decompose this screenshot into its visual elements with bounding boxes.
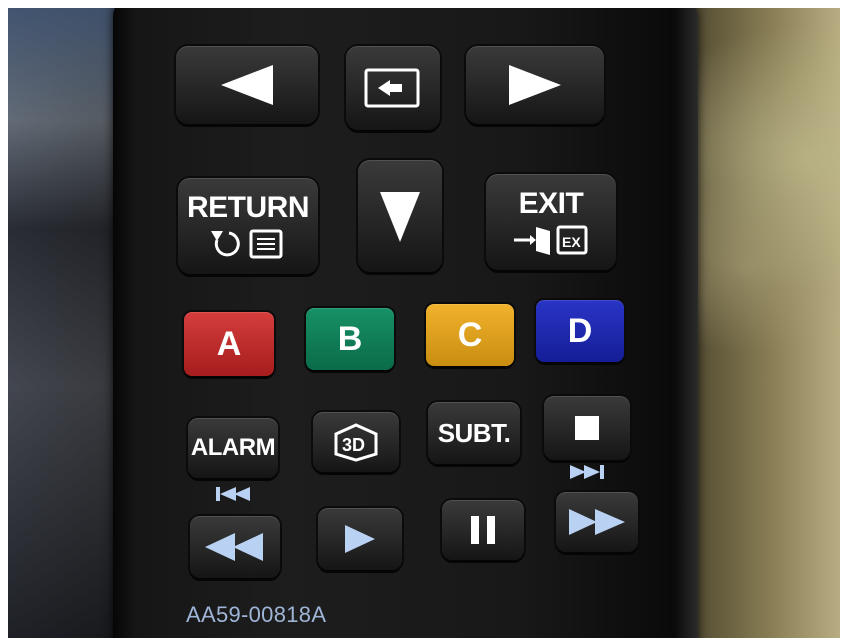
- exit-button[interactable]: EXIT EX: [486, 174, 616, 270]
- play-button[interactable]: [318, 508, 402, 570]
- return-icon: [211, 229, 283, 259]
- stop-icon: [575, 416, 599, 440]
- color-button-c[interactable]: C: [426, 304, 514, 366]
- color-button-d-label: D: [567, 311, 593, 350]
- 3d-button[interactable]: 3D: [313, 412, 399, 472]
- source-icon: [364, 68, 420, 108]
- svg-text:EX: EX: [562, 234, 581, 250]
- color-button-a[interactable]: A: [184, 312, 274, 376]
- subtitle-label: SUBT.: [437, 417, 511, 448]
- left-button[interactable]: [176, 46, 318, 124]
- alarm-button[interactable]: ALARM: [188, 418, 278, 478]
- rewind-button[interactable]: [190, 516, 280, 578]
- fast-forward-button[interactable]: [556, 492, 638, 552]
- color-button-d[interactable]: D: [536, 300, 624, 362]
- down-arrow-icon: [380, 192, 420, 242]
- stop-button[interactable]: [544, 396, 630, 460]
- 3d-cube-icon: 3D: [334, 423, 378, 462]
- right-button[interactable]: [466, 46, 604, 124]
- exit-label: EXIT: [518, 187, 584, 220]
- exit-icon: EX: [514, 225, 588, 255]
- color-button-b[interactable]: B: [306, 308, 394, 370]
- pause-icon: [471, 516, 495, 544]
- right-arrow-icon: [509, 65, 561, 105]
- model-number: AA59-00818A: [186, 602, 327, 627]
- color-button-a-label: A: [216, 324, 242, 363]
- alarm-label: ALARM: [190, 434, 276, 461]
- color-button-b-label: B: [337, 319, 363, 358]
- pause-button[interactable]: [442, 500, 524, 560]
- play-icon: [345, 525, 375, 553]
- color-button-c-label: C: [457, 315, 483, 354]
- source-button[interactable]: [346, 46, 440, 130]
- 3d-label: 3D: [342, 435, 365, 455]
- subtitle-button[interactable]: SUBT.: [428, 402, 520, 464]
- return-button[interactable]: RETURN: [178, 178, 318, 274]
- rewind-icon: [205, 533, 263, 561]
- skip-back-icon: [216, 487, 250, 501]
- photo: RETURN EXIT EX A B C D ALARM 3D SUBT. AA…: [8, 8, 840, 638]
- down-button[interactable]: [358, 160, 442, 272]
- skip-forward-icon: [570, 465, 604, 479]
- left-arrow-icon: [221, 65, 273, 105]
- fast-forward-icon: [569, 509, 625, 535]
- return-label: RETURN: [187, 191, 310, 224]
- background-surface: [8, 8, 128, 638]
